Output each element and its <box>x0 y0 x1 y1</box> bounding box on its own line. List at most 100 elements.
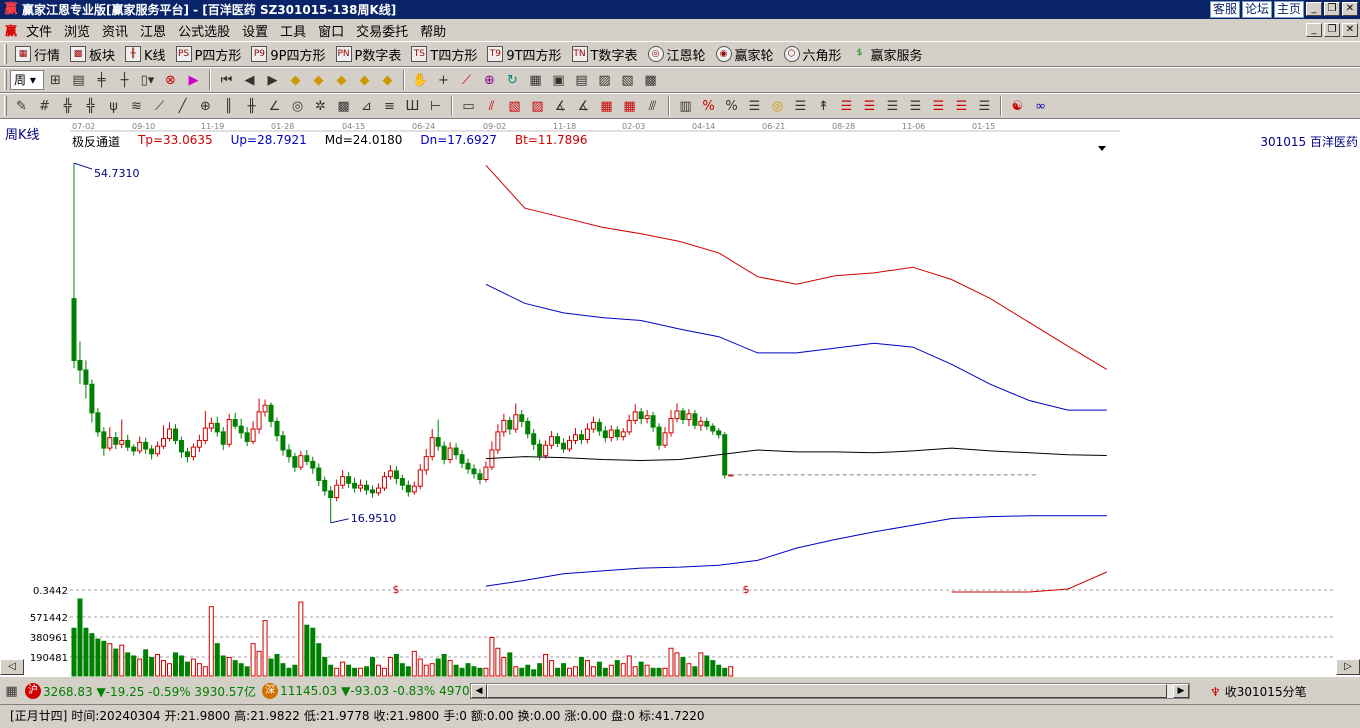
mdi-close-icon[interactable]: ✕ <box>1342 23 1358 37</box>
bar-chart-icon[interactable]: ▥ <box>676 97 695 116</box>
menu-settings[interactable]: 设置 <box>236 21 274 40</box>
sh-index-text[interactable]: 3268.83 ▼-19.25 -0.59% 3930.57亿 <box>43 683 256 700</box>
horizontal-scrollbar[interactable]: ◀ ▶ <box>470 683 1190 699</box>
gann-box-icon[interactable]: ▧ <box>505 97 524 116</box>
levels-h-icon[interactable]: ☰ <box>952 97 971 116</box>
kline-chart[interactable]: 07-02 09-10 11-19 01-28 04-15 06-24 09-02 11-18… <box>0 119 1360 677</box>
t-square-button[interactable]: TS T四方形 <box>406 45 482 64</box>
levels-e-icon[interactable]: ☰ <box>883 97 902 116</box>
menu-file[interactable]: 文件 <box>20 21 58 40</box>
t-table-button[interactable]: TN T数字表 <box>567 45 643 64</box>
scroll-right-icon[interactable]: ▷ <box>1336 659 1360 675</box>
forum-link[interactable]: 论坛 <box>1241 1 1272 18</box>
flag-icon[interactable]: ▶ <box>184 71 203 90</box>
yin-yang-icon[interactable]: ☯ <box>1008 97 1027 116</box>
9t-square-button[interactable]: T9 9T四方形 <box>482 45 566 64</box>
fork-icon[interactable]: ψ <box>104 97 123 116</box>
gann-fan-icon[interactable]: ⫽ <box>482 97 501 116</box>
bars-a-icon[interactable]: ║ <box>219 97 238 116</box>
menu-formula[interactable]: 公式选股 <box>172 21 236 40</box>
scroll-left-icon[interactable]: ◁ <box>0 659 24 675</box>
levels-i-icon[interactable]: ☰ <box>975 97 994 116</box>
levels-d-icon[interactable]: ☰ <box>860 97 879 116</box>
hscroll-thumb[interactable] <box>487 684 1167 698</box>
restore-icon[interactable]: ❐ <box>1324 2 1340 16</box>
coin-icon[interactable]: ◎ <box>768 97 787 116</box>
play-icon[interactable]: ▶ <box>263 71 282 90</box>
menu-browse[interactable]: 浏览 <box>58 21 96 40</box>
fan-icon[interactable]: ⊿ <box>357 97 376 116</box>
diamond-up-icon[interactable]: ◆ <box>286 71 305 90</box>
calc-icon[interactable]: ▣ <box>549 71 568 90</box>
zoom-icon[interactable]: ⊕ <box>480 71 499 90</box>
kline-button[interactable]: ╫ K线 <box>120 45 171 64</box>
levels-f-icon[interactable]: ☰ <box>906 97 925 116</box>
menu-gann[interactable]: 江恩 <box>134 21 172 40</box>
mesh-icon[interactable]: ▩ <box>334 97 353 116</box>
calendar-icon[interactable]: ▦ <box>526 71 545 90</box>
slant-icon[interactable]: ╱ <box>173 97 192 116</box>
hash-icon[interactable]: # <box>35 97 54 116</box>
yj-wheel-button[interactable]: ◉ 赢家轮 <box>711 45 779 64</box>
print-icon[interactable]: ▧ <box>618 71 637 90</box>
grid-d-icon[interactable]: ▦ <box>620 97 639 116</box>
export-icon[interactable]: ▩ <box>641 71 660 90</box>
diamond-down-icon[interactable]: ◆ <box>355 71 374 90</box>
infinity-icon[interactable]: ∞ <box>1031 97 1050 116</box>
levels-b-icon[interactable]: ☰ <box>791 97 810 116</box>
cycle-icon[interactable]: Ш <box>403 97 422 116</box>
diamond-left-icon[interactable]: ◆ <box>332 71 351 90</box>
trend-icon[interactable]: ⟋ <box>150 97 169 116</box>
table-icon[interactable]: ▤ <box>572 71 591 90</box>
prev-icon[interactable]: ◀ <box>240 71 259 90</box>
gann-icon[interactable]: ⊗ <box>161 71 180 90</box>
menu-tools[interactable]: 工具 <box>274 21 312 40</box>
p-table-button[interactable]: PN P数字表 <box>331 45 407 64</box>
candle-icon[interactable]: ╪ <box>92 71 111 90</box>
table-view-icon[interactable]: ▦ <box>2 682 21 701</box>
spiral-icon[interactable]: ◎ <box>288 97 307 116</box>
draw-line-icon[interactable]: ⟋ <box>457 71 476 90</box>
levels-icon[interactable]: ☰ <box>745 97 764 116</box>
copy-icon[interactable]: ▤ <box>69 71 88 90</box>
angle-line-2-icon[interactable]: ∡ <box>574 97 593 116</box>
lines-icon[interactable]: ⫻ <box>643 97 662 116</box>
indicator-icon[interactable]: ⊞ <box>46 71 65 90</box>
gann-wheel-button[interactable]: ◎ 江恩轮 <box>643 45 711 64</box>
hscroll-left-icon[interactable]: ◀ <box>471 684 487 698</box>
star-icon[interactable]: ✲ <box>311 97 330 116</box>
quote-button[interactable]: ▦ 行情 <box>10 45 65 64</box>
grid-a-icon[interactable]: ╬ <box>58 97 77 116</box>
close-icon[interactable]: ✕ <box>1342 2 1358 16</box>
refresh-icon[interactable]: ↻ <box>503 71 522 90</box>
menu-trade[interactable]: 交易委托 <box>350 21 414 40</box>
menu-news[interactable]: 资讯 <box>96 21 134 40</box>
sector-button[interactable]: ▩ 板块 <box>65 45 120 64</box>
time-icon[interactable]: ⊢ <box>426 97 445 116</box>
p-square-button[interactable]: PS P四方形 <box>171 45 247 64</box>
wave-icon[interactable]: ≋ <box>127 97 146 116</box>
gann-sq-icon[interactable]: ▨ <box>528 97 547 116</box>
grid-b-icon[interactable]: ╬ <box>81 97 100 116</box>
hscroll-right-icon[interactable]: ▶ <box>1173 684 1189 698</box>
levels-c-icon[interactable]: ☰ <box>837 97 856 116</box>
service-button[interactable]: $ 赢家服务 <box>847 45 928 64</box>
first-icon[interactable]: ⏮ <box>217 71 236 90</box>
service-link[interactable]: 客服 <box>1209 1 1240 18</box>
circle-grid-icon[interactable]: ⊕ <box>196 97 215 116</box>
angle-line-icon[interactable]: ∡ <box>551 97 570 116</box>
diamond-right-icon[interactable]: ◆ <box>309 71 328 90</box>
percent-slash-icon[interactable]: % <box>699 97 718 116</box>
percent-icon[interactable]: % <box>722 97 741 116</box>
hexagon-button[interactable]: ⬡ 六角形 <box>779 45 847 64</box>
menu-help[interactable]: 帮助 <box>414 21 452 40</box>
home-link[interactable]: 主页 <box>1273 1 1304 18</box>
tick-detail-link[interactable]: ♆ 收301015分笔 <box>1210 683 1307 700</box>
sz-index-text[interactable]: 11145.03 ▼-93.03 -0.83% 4970.2 <box>280 684 481 698</box>
fib-icon[interactable]: ≡ <box>380 97 399 116</box>
hand-icon[interactable]: ✋ <box>411 71 430 90</box>
mdi-restore-icon[interactable]: ❐ <box>1324 23 1340 37</box>
bars-icon[interactable]: ┼ <box>115 71 134 90</box>
line-type-icon[interactable]: ▯▾ <box>138 71 157 90</box>
diamond-center-icon[interactable]: ◆ <box>378 71 397 90</box>
